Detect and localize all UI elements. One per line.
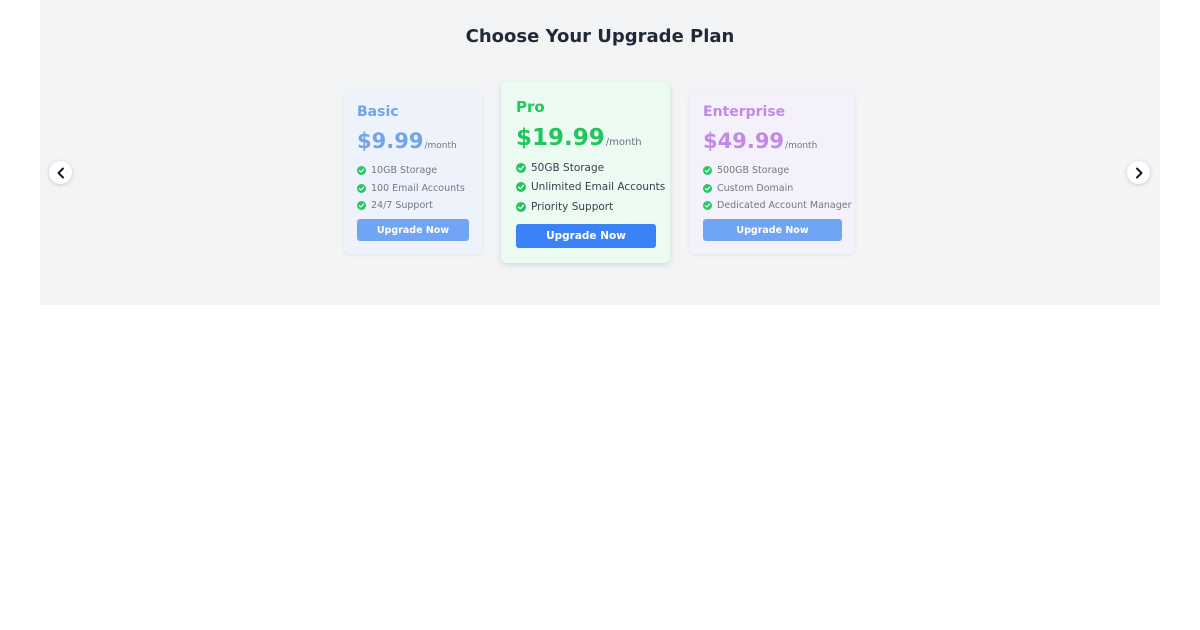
chevron-right-icon: [1135, 167, 1142, 178]
feature-item: 10GB Storage: [357, 162, 465, 180]
plan-price: $9.99: [357, 129, 424, 153]
plan-name: Pro: [516, 98, 545, 116]
plan-price: $49.99: [703, 129, 785, 153]
feature-item: 50GB Storage: [516, 158, 665, 178]
feature-label: 24/7 Support: [371, 200, 433, 212]
plan-card-pro: Pro $19.99 /month 50GB Storage Unlimited…: [501, 82, 670, 263]
feature-list: 500GB Storage Custom Domain Dedicated Ac…: [703, 162, 852, 215]
plan-name: Basic: [357, 104, 399, 120]
feature-list: 50GB Storage Unlimited Email Accounts Pr…: [516, 158, 665, 217]
plan-card-enterprise: Enterprise $49.99 /month 500GB Storage C…: [689, 91, 855, 254]
check-circle-icon: [703, 183, 712, 193]
feature-item: Dedicated Account Manager: [703, 197, 852, 215]
check-circle-icon: [516, 201, 526, 212]
feature-label: Custom Domain: [717, 182, 794, 194]
price-row: $19.99 /month: [516, 125, 642, 151]
feature-label: Unlimited Email Accounts: [531, 181, 666, 194]
feature-label: Dedicated Account Manager: [717, 200, 852, 212]
feature-label: 100 Email Accounts: [371, 182, 465, 194]
check-circle-icon: [357, 166, 366, 176]
feature-item: 24/7 Support: [357, 197, 465, 215]
check-circle-icon: [516, 162, 526, 173]
price-row: $49.99 /month: [703, 129, 817, 153]
feature-item: Unlimited Email Accounts: [516, 178, 665, 198]
billing-period: /month: [424, 141, 457, 151]
page-title: Choose Your Upgrade Plan: [465, 26, 735, 47]
check-circle-icon: [357, 183, 366, 193]
chevron-left-icon: [57, 167, 64, 178]
check-circle-icon: [357, 201, 366, 211]
check-circle-icon: [703, 166, 712, 176]
feature-item: Custom Domain: [703, 180, 852, 198]
feature-label: Priority Support: [531, 200, 614, 213]
feature-item: Priority Support: [516, 197, 665, 217]
feature-label: 50GB Storage: [531, 161, 605, 174]
plan-name: Enterprise: [703, 104, 786, 120]
upgrade-button-enterprise[interactable]: Upgrade Now: [703, 219, 842, 241]
check-circle-icon: [516, 182, 526, 193]
feature-label: 500GB Storage: [717, 165, 790, 177]
plan-price: $19.99: [516, 125, 605, 151]
billing-period: /month: [785, 141, 818, 151]
billing-period: /month: [605, 137, 642, 148]
feature-list: 10GB Storage 100 Email Accounts 24/7 Sup…: [357, 162, 465, 215]
carousel-next-button[interactable]: [1127, 161, 1150, 184]
feature-item: 500GB Storage: [703, 162, 852, 180]
upgrade-button-pro[interactable]: Upgrade Now: [516, 224, 656, 248]
plan-card-basic: Basic $9.99 /month 10GB Storage 100 Emai…: [344, 91, 482, 254]
upgrade-button-basic[interactable]: Upgrade Now: [357, 219, 469, 241]
carousel-prev-button[interactable]: [49, 161, 72, 184]
upgrade-plans-panel: Choose Your Upgrade Plan Basic $9.99 /mo…: [40, 0, 1160, 305]
check-circle-icon: [703, 201, 712, 211]
feature-item: 100 Email Accounts: [357, 180, 465, 198]
feature-label: 10GB Storage: [371, 165, 438, 177]
price-row: $9.99 /month: [357, 129, 457, 153]
